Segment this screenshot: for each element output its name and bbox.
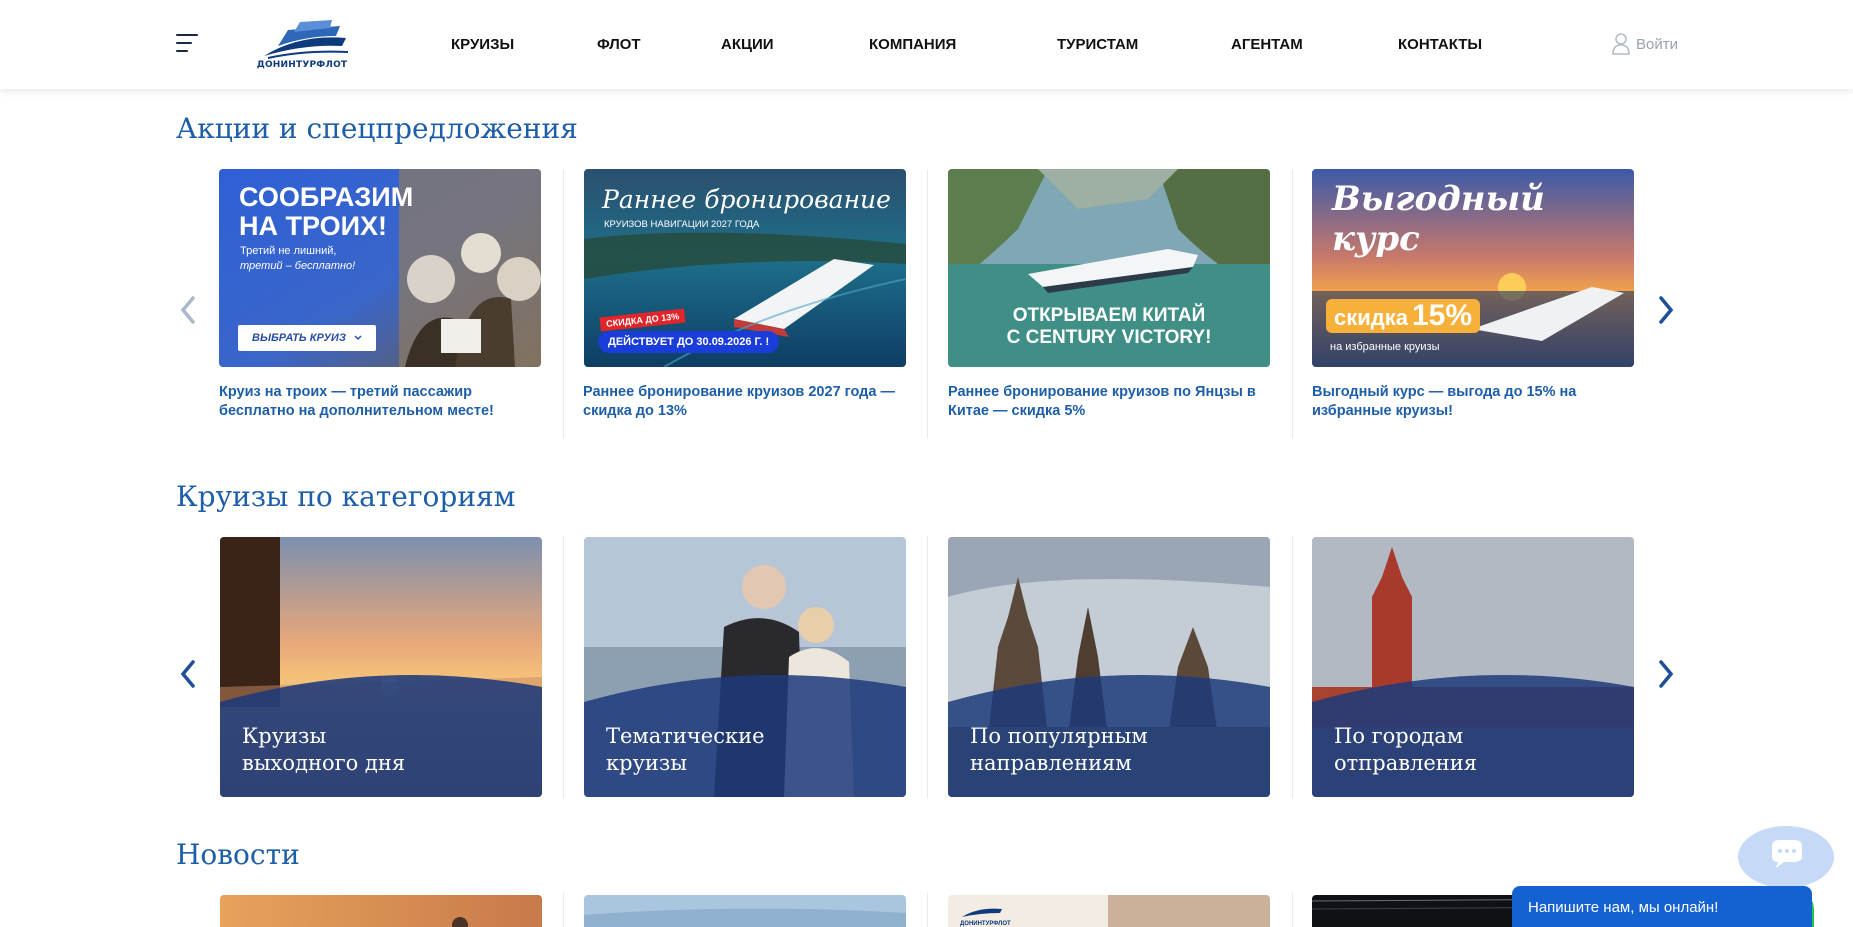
news-image[interactable] [584, 895, 906, 927]
login-button[interactable]: Войти [1612, 33, 1678, 55]
category-label-line: Круизы [242, 724, 327, 748]
nav-item-contacts[interactable]: КОНТАКТЫ [1398, 36, 1482, 53]
card-divider [927, 893, 928, 927]
user-icon [1612, 33, 1630, 55]
promo-subtitle: КРУИЗОВ НАВИГАЦИИ 2027 ГОДА [604, 219, 760, 230]
promo-headline: СООБРАЗИМ [239, 182, 414, 212]
chat-widget-button[interactable] [1738, 826, 1834, 888]
promo-subtitle: Третий не лишний, [240, 245, 337, 257]
card-divider [563, 170, 564, 438]
chevron-down-icon [354, 335, 362, 341]
promo-headline: ОТКРЫВАЕМ КИТАЙ [1012, 305, 1206, 326]
nav-item-cruises[interactable]: КРУИЗЫ [451, 36, 514, 53]
news-logo-text: ДОНИНТУРФЛОТ [960, 921, 1011, 927]
promo-subtitle: на избранные круизы [1330, 341, 1440, 353]
card-divider [563, 536, 564, 798]
chat-icon [1772, 840, 1802, 868]
nav-item-tourists[interactable]: ТУРИСТАМ [1057, 36, 1138, 53]
card-divider [1292, 893, 1293, 927]
chat-open-bar[interactable]: Напишите нам, мы онлайн! [1512, 886, 1812, 927]
logo-text: ДОНИНТУРФЛОТ [256, 60, 348, 70]
category-card-thematic[interactable]: Тематические круизы [584, 537, 906, 797]
promo-image-exchange-rate[interactable]: Выгодный курс скидка 15% на избранные кр… [1312, 169, 1634, 367]
categories-title: Круизы по категориям [176, 480, 516, 513]
category-label-line: отправления [1334, 751, 1478, 775]
menu-icon[interactable] [176, 34, 198, 54]
promo-caption[interactable]: Круиз на троих — третий пассажир бесплат… [219, 383, 541, 421]
discount-value: 15% [1411, 299, 1473, 332]
category-label: Тематические круизы [606, 723, 876, 777]
card-divider [1292, 170, 1293, 438]
category-label: Круизы выходного дня [242, 723, 512, 777]
category-label-line: направлениям [970, 751, 1132, 775]
chat-bar-label: Напишите нам, мы онлайн! [1528, 899, 1719, 916]
discount-label: скидка [1334, 305, 1408, 330]
choose-cruise-label: ВЫБРАТЬ КРУИЗ [252, 332, 346, 344]
categories-prev-arrow-icon[interactable] [176, 657, 200, 691]
category-label-line: По популярным [970, 724, 1148, 748]
promo-image-early-booking[interactable]: Раннее бронирование КРУИЗОВ НАВИГАЦИИ 20… [584, 169, 906, 367]
category-card-weekend[interactable]: Круизы выходного дня [220, 537, 542, 797]
promo-caption[interactable]: Выгодный курс — выгода до 15% на избранн… [1312, 383, 1634, 421]
promo-headline: С CENTURY VICTORY! [1006, 327, 1212, 348]
discount-badge: скидка 15% [1326, 299, 1481, 333]
category-card-popular[interactable]: По популярным направлениям [948, 537, 1270, 797]
card-divider [927, 536, 928, 798]
news-title: Новости [176, 838, 300, 871]
promo-caption[interactable]: Раннее бронирование круизов 2027 года — … [583, 383, 905, 421]
promo-next-arrow-icon[interactable] [1654, 293, 1678, 327]
news-image[interactable]: ДОНИНТУРФЛОТ [948, 895, 1270, 927]
promo-headline: НА ТРОИХ! [239, 211, 388, 241]
promo-subtitle: третий – бесплатно! [240, 260, 356, 272]
news-image[interactable] [220, 895, 542, 927]
promotions-title: Акции и спецпредложения [176, 112, 578, 145]
nav-item-promotions[interactable]: АКЦИИ [721, 36, 774, 53]
promo-prev-arrow-icon[interactable] [176, 293, 200, 327]
ship-logo-icon [264, 20, 349, 59]
category-label: По городам отправления [1334, 723, 1604, 777]
promo-headline: Раннее бронирование [602, 185, 891, 214]
promo-headline: Выгодный [1332, 179, 1545, 219]
promo-image-trio[interactable]: СООБРАЗИМ НА ТРОИХ! Третий не лишний, тр… [219, 169, 541, 367]
choose-cruise-badge: ВЫБРАТЬ КРУИЗ [238, 325, 376, 351]
promo-headline: курс [1332, 219, 1420, 259]
login-label: Войти [1636, 35, 1678, 53]
card-divider [1292, 536, 1293, 798]
site-logo[interactable]: ДОНИНТУРФЛОТ [254, 16, 350, 74]
nav-item-company[interactable]: КОМПАНИЯ [869, 36, 956, 53]
promo-image-china[interactable]: ОТКРЫВАЕМ КИТАЙ С CENTURY VICTORY! [948, 169, 1270, 367]
site-header: ДОНИНТУРФЛОТ КРУИЗЫ ФЛОТ АКЦИИ КОМПАНИЯ … [0, 0, 1853, 89]
category-label: По популярным направлениям [970, 723, 1240, 777]
nav-item-fleet[interactable]: ФЛОТ [597, 36, 641, 53]
category-card-cities[interactable]: По городам отправления [1312, 537, 1634, 797]
category-label-line: выходного дня [242, 751, 406, 775]
promo-caption[interactable]: Раннее бронирование круизов по Янцзы в К… [948, 383, 1270, 421]
card-divider [927, 170, 928, 438]
card-divider [563, 893, 564, 927]
deadline-pill: ДЕЙСТВУЕТ ДО 30.09.2026 Г. ! [598, 331, 780, 353]
category-label-line: По городам [1334, 724, 1464, 748]
categories-next-arrow-icon[interactable] [1654, 657, 1678, 691]
category-label-line: круизы [606, 751, 688, 775]
nav-item-agents[interactable]: АГЕНТАМ [1231, 36, 1303, 53]
category-label-line: Тематические [606, 724, 765, 748]
